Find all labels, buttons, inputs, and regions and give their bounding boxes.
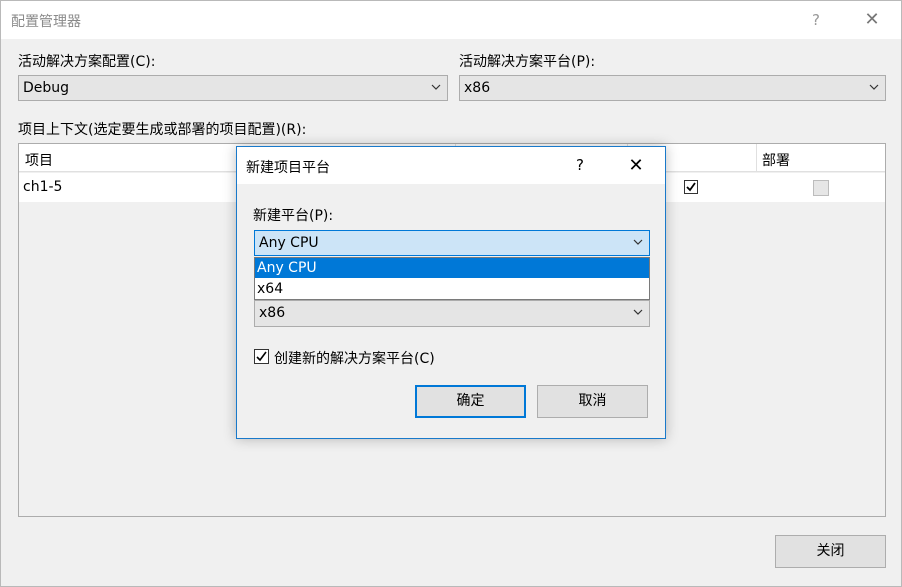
column-header-project[interactable]: 项目: [25, 150, 53, 170]
active-platform-value: x86: [464, 80, 491, 96]
help-button[interactable]: ?: [801, 1, 831, 39]
window-title: 配置管理器: [11, 14, 81, 30]
copy-settings-from-value: x86: [259, 305, 286, 321]
chevron-down-icon: [431, 84, 441, 90]
new-platform-select[interactable]: Any CPU: [254, 230, 650, 256]
dropdown-option-any-cpu[interactable]: Any CPU: [255, 258, 649, 278]
active-platform-label: 活动解决方案平台(P):: [459, 54, 596, 70]
copy-settings-from-select[interactable]: x86: [254, 300, 650, 327]
active-config-value: Debug: [23, 80, 70, 96]
dialog-title-bar: 新建项目平台 ? ✕: [237, 147, 665, 184]
chevron-down-icon: [633, 239, 643, 245]
project-name-cell: ch1-5: [23, 179, 63, 195]
dialog-help-button[interactable]: ?: [565, 147, 595, 184]
close-button[interactable]: 关闭: [775, 535, 886, 568]
checkmark-icon: [686, 182, 696, 192]
active-config-label: 活动解决方案配置(C):: [18, 54, 156, 70]
build-checkbox[interactable]: [684, 180, 698, 194]
checkmark-icon: [256, 351, 267, 362]
new-platform-label: 新建平台(P):: [253, 208, 334, 224]
create-solution-platform-checkbox[interactable]: [254, 349, 269, 364]
deploy-checkbox[interactable]: [813, 180, 829, 196]
chevron-down-icon: [869, 84, 879, 90]
new-project-platform-dialog: 新建项目平台 ? ✕ 新建平台(P): Any CPU x86 Any CPU …: [236, 146, 666, 439]
active-config-select[interactable]: Debug: [18, 75, 448, 101]
chevron-down-icon: [633, 309, 643, 315]
project-context-label: 项目上下文(选定要生成或部署的项目配置)(R):: [18, 122, 307, 138]
new-platform-value: Any CPU: [259, 235, 319, 251]
dialog-title: 新建项目平台: [246, 160, 330, 176]
create-solution-platform-label: 创建新的解决方案平台(C): [274, 351, 435, 367]
dialog-close-button[interactable]: ✕: [619, 147, 653, 184]
ok-button[interactable]: 确定: [415, 385, 526, 418]
title-bar: 配置管理器 ? ✕: [1, 1, 901, 39]
close-window-button[interactable]: ✕: [853, 1, 891, 39]
active-platform-select[interactable]: x86: [459, 75, 886, 101]
cancel-button[interactable]: 取消: [537, 385, 648, 418]
column-header-deploy[interactable]: 部署: [762, 150, 790, 170]
dropdown-option-x64[interactable]: x64: [255, 279, 649, 299]
platform-dropdown-list: Any CPU x64: [254, 257, 650, 300]
